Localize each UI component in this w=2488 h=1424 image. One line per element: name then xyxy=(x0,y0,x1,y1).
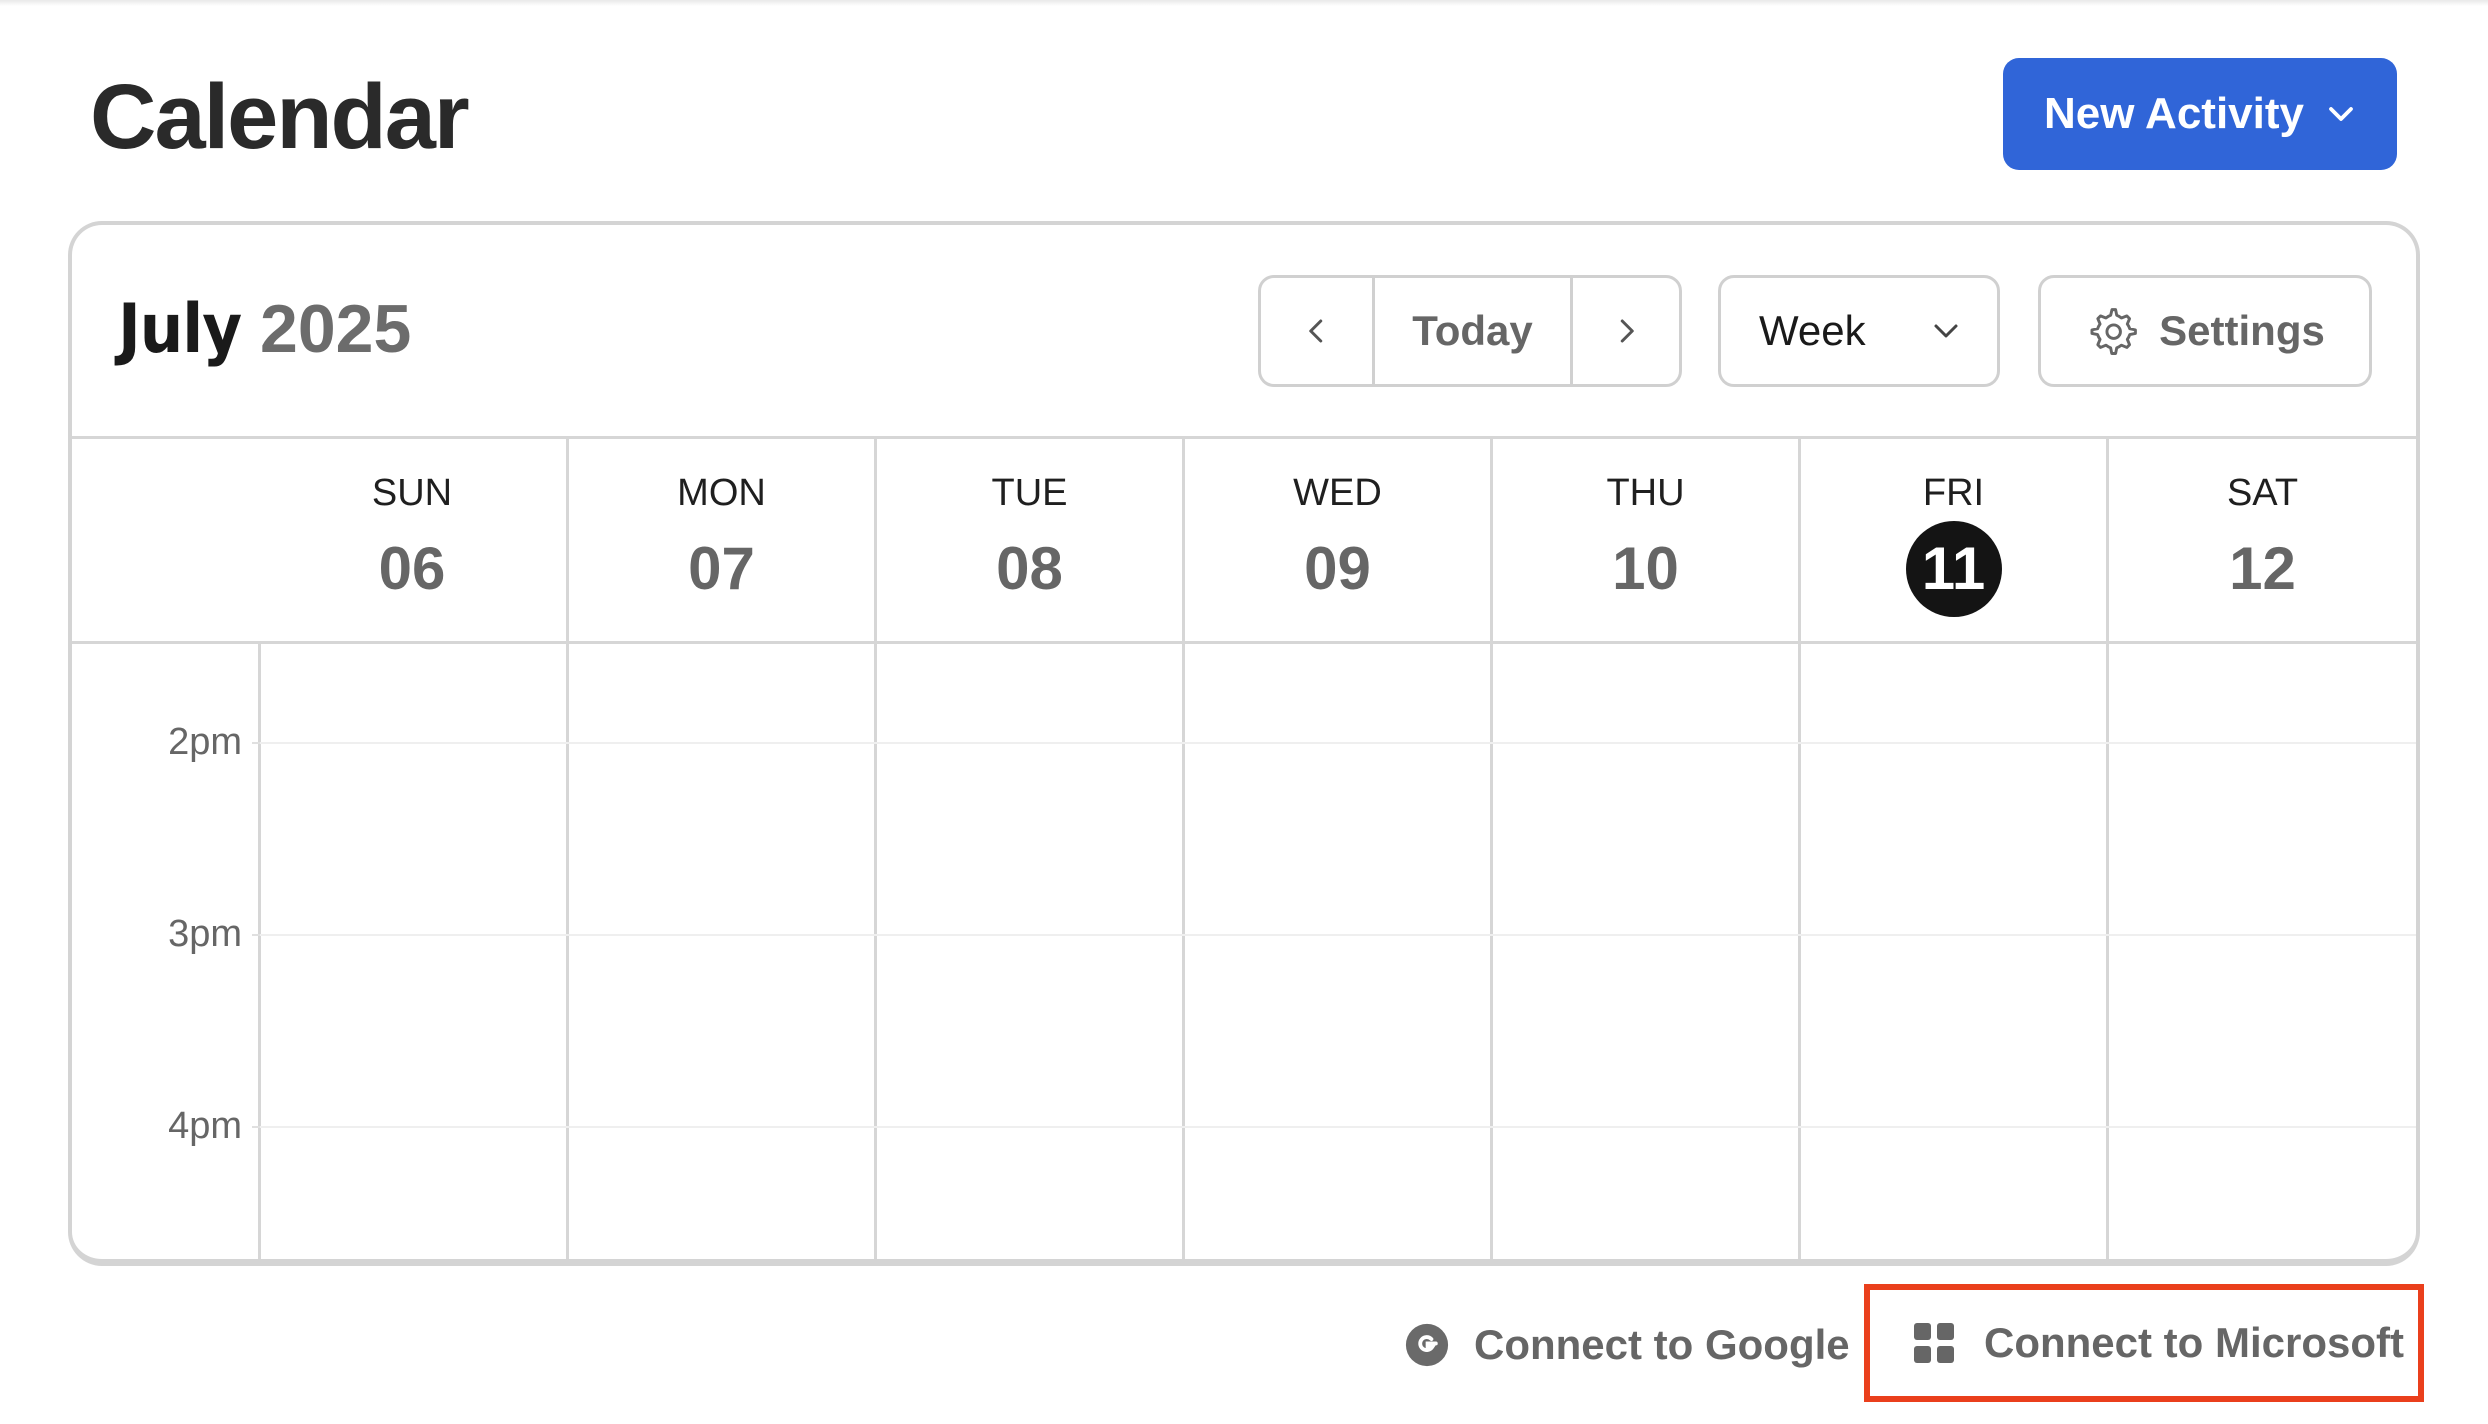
week-grid[interactable]: 2pm 3pm 4pm xyxy=(72,644,2416,1259)
hour-gridline xyxy=(258,742,2416,744)
hour-label: 4pm xyxy=(168,1105,242,1147)
hour-gridline xyxy=(258,1126,2416,1128)
day-column-fri[interactable] xyxy=(1798,644,1801,1259)
today-day-number: 11 xyxy=(1905,521,2002,617)
hour-tick xyxy=(252,1126,260,1128)
hour-label: 3pm xyxy=(168,913,242,955)
date-navigation: Today xyxy=(1258,275,1682,387)
day-column-tue[interactable] xyxy=(874,644,877,1259)
settings-button[interactable]: Settings xyxy=(2038,275,2372,387)
view-select-value: Week xyxy=(1759,307,1866,354)
chevron-down-icon xyxy=(1934,324,1958,338)
day-column-wed[interactable] xyxy=(1182,644,1185,1259)
top-shadow xyxy=(0,0,2488,6)
hour-tick xyxy=(252,934,260,936)
month-year-label: July 2025 xyxy=(118,289,411,370)
day-number: 12 xyxy=(2229,535,2296,602)
connect-microsoft-label: Connect to Microsoft xyxy=(1984,1319,2404,1366)
day-name: MON xyxy=(677,472,766,514)
day-header-mon[interactable]: MON 07 xyxy=(566,439,874,641)
calendar-card: July 2025 Today Week Settings SUN 06 MON… xyxy=(68,221,2420,1266)
day-number: 10 xyxy=(1612,535,1679,602)
connect-microsoft-button[interactable]: Connect to Microsoft xyxy=(1864,1284,2424,1402)
day-number: 07 xyxy=(688,535,755,602)
day-header-sat[interactable]: SAT 12 xyxy=(2106,439,2416,641)
previous-week-button[interactable] xyxy=(1261,278,1375,384)
day-name: FRI xyxy=(1922,472,1985,514)
connect-google-label: Connect to Google xyxy=(1474,1321,1850,1368)
day-name: SAT xyxy=(2226,472,2299,514)
chevron-right-icon xyxy=(1620,319,1634,343)
day-column-thu[interactable] xyxy=(1490,644,1493,1259)
day-name: THU xyxy=(1606,472,1685,514)
week-header: SUN 06 MON 07 TUE 08 WED 09 THU 10 FRI 1… xyxy=(72,436,2416,644)
day-name: TUE xyxy=(991,472,1068,514)
next-week-button[interactable] xyxy=(1573,278,1679,384)
day-header-fri[interactable]: FRI 11 xyxy=(1798,439,2106,641)
new-activity-label: New Activity xyxy=(2043,89,2304,138)
settings-label: Settings xyxy=(2159,307,2325,354)
chevron-down-icon xyxy=(2329,107,2353,121)
day-header-tue[interactable]: TUE 08 xyxy=(874,439,1182,641)
day-number: 06 xyxy=(378,535,446,602)
day-header-thu[interactable]: THU 10 xyxy=(1490,439,1798,641)
microsoft-icon xyxy=(1914,1323,1954,1363)
day-header-sun[interactable]: SUN 06 xyxy=(258,439,566,641)
page-title: Calendar xyxy=(90,66,470,168)
google-icon xyxy=(1405,1323,1449,1367)
chevron-left-icon xyxy=(1308,319,1322,343)
gear-icon xyxy=(2090,308,2138,355)
day-column-mon[interactable] xyxy=(566,644,569,1259)
hour-gridline xyxy=(258,934,2416,936)
day-number: 08 xyxy=(996,535,1063,602)
day-header-wed[interactable]: WED 09 xyxy=(1182,439,1490,641)
hour-tick xyxy=(252,742,260,744)
new-activity-button[interactable]: New Activity xyxy=(2003,58,2397,170)
hour-label: 2pm xyxy=(168,721,242,763)
day-name: WED xyxy=(1293,472,1382,514)
view-select[interactable]: Week xyxy=(1718,275,2000,387)
day-column-sun[interactable] xyxy=(258,644,261,1259)
connect-google-button[interactable]: Connect to Google xyxy=(1404,1312,1850,1378)
day-number: 09 xyxy=(1304,535,1371,602)
day-name: SUN xyxy=(371,472,453,514)
month-label: July xyxy=(118,290,242,369)
today-button[interactable]: Today xyxy=(1375,278,1573,384)
day-column-sat[interactable] xyxy=(2106,644,2109,1259)
year-label: 2025 xyxy=(260,291,412,367)
